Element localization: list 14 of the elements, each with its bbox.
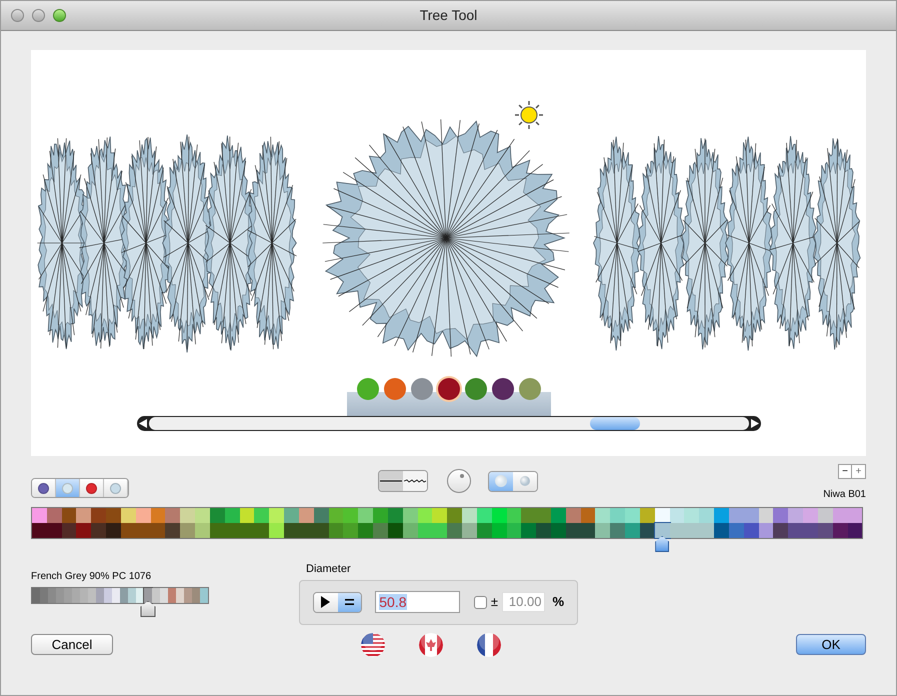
group-title: Diameter <box>306 562 352 577</box>
ok-button[interactable]: OK <box>796 634 866 654</box>
outline-color-name: French Grey 90% PC 1076 <box>31 570 152 584</box>
diameter-field[interactable]: 50.8 <box>375 591 460 613</box>
window-title: Tree Tool <box>420 6 478 25</box>
zoom-step-button[interactable]: + <box>852 465 865 478</box>
diameter-value: 50.8 <box>379 594 406 610</box>
palette-name: Niwa B01 <box>823 488 866 502</box>
variation-value: 10.00 <box>508 593 542 612</box>
variation-field[interactable]: 10.00 <box>502 592 546 612</box>
plus-minus-label: ± <box>490 593 498 612</box>
zoom-step-button[interactable]: − <box>839 465 852 478</box>
percent-label: % <box>552 593 564 612</box>
cancel-button[interactable]: Cancel <box>31 634 113 655</box>
